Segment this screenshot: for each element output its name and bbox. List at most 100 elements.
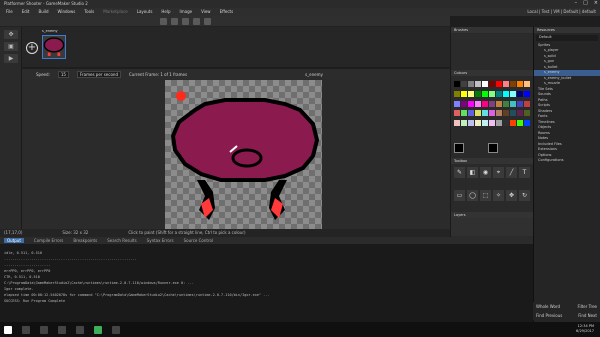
menu-help[interactable]: Help [161, 9, 170, 15]
tab-output[interactable]: Output [4, 238, 24, 243]
filter-tree-checkbox[interactable]: Filter Tree [577, 304, 597, 309]
palette-swatch[interactable] [524, 90, 530, 97]
palette-swatch[interactable] [475, 100, 481, 107]
frame-thumbnail[interactable] [42, 35, 66, 59]
line-tool-icon[interactable]: ╱ [506, 167, 517, 178]
sprite-canvas[interactable] [165, 80, 322, 229]
palette-swatch[interactable] [482, 110, 488, 117]
palette-swatch[interactable] [468, 81, 474, 87]
palette-swatch[interactable] [510, 81, 516, 87]
palette-swatch[interactable] [489, 81, 495, 87]
palette-swatch[interactable] [524, 120, 530, 127]
palette-swatch[interactable] [517, 110, 523, 117]
speed-input[interactable]: 15 [57, 70, 69, 78]
palette-swatch[interactable] [468, 120, 474, 127]
terminal-icon[interactable] [112, 325, 120, 334]
palette-swatch[interactable] [482, 120, 488, 127]
eraser-icon[interactable] [171, 18, 178, 25]
tab-compile-errors[interactable]: Compile Errors [34, 238, 63, 243]
find-previous-button[interactable]: Find Previous [536, 313, 562, 318]
image-icon[interactable]: ▣ [4, 42, 18, 51]
palette-swatch[interactable] [517, 90, 523, 97]
move-tool-icon[interactable]: ✥ [506, 189, 517, 201]
play-icon[interactable]: ▶ [4, 54, 18, 63]
palette-swatch[interactable] [454, 110, 460, 117]
palette-swatch[interactable] [489, 110, 495, 117]
palette-swatch[interactable] [496, 110, 502, 117]
undo-icon[interactable] [193, 18, 200, 25]
secondary-colour-swatch[interactable] [488, 143, 498, 153]
picker-tool-icon[interactable]: ⌖ [493, 167, 504, 178]
menu-image[interactable]: Image [180, 9, 193, 15]
rotate-tool-icon[interactable]: ↻ [519, 189, 530, 201]
menu-edit[interactable]: Edit [22, 9, 30, 15]
rect-tool-icon[interactable]: ▭ [454, 189, 465, 201]
tab-search-results[interactable]: Search Results [107, 238, 136, 243]
palette-swatch[interactable] [475, 90, 481, 97]
palette-swatch[interactable] [496, 100, 502, 107]
speed-unit-select[interactable]: Frames per second [76, 70, 121, 78]
gamemaker-icon[interactable] [94, 325, 102, 334]
taskbar-clock[interactable]: 12:34 PM 6/29/2017 [576, 324, 594, 334]
palette-swatch[interactable] [468, 100, 474, 107]
menu-effects[interactable]: Effects [220, 9, 234, 15]
target-selector[interactable]: Local | Test | VM | Default | default [527, 9, 596, 14]
palette-swatch[interactable] [503, 100, 509, 107]
palette-swatch[interactable] [503, 81, 509, 87]
find-next-button[interactable]: Find Next [578, 313, 597, 318]
browser-icon[interactable] [58, 325, 66, 334]
palette-swatch[interactable] [454, 100, 460, 107]
minimize-icon[interactable]: – [575, 0, 578, 8]
palette-swatch[interactable] [517, 100, 523, 107]
palette-swatch[interactable] [475, 81, 481, 87]
resources-filter[interactable]: Default [536, 35, 598, 41]
explorer-icon[interactable] [76, 325, 84, 334]
primary-colour-swatch[interactable] [454, 143, 464, 153]
palette-swatch[interactable] [489, 90, 495, 97]
tab-syntax-errors[interactable]: Syntax Errors [147, 238, 174, 243]
fill-icon[interactable] [182, 18, 189, 25]
task-view-icon[interactable] [40, 325, 48, 334]
palette-swatch[interactable] [503, 110, 509, 117]
palette-swatch[interactable] [461, 81, 467, 87]
menu-layouts[interactable]: Layouts [137, 9, 153, 15]
menu-marketplace[interactable]: Marketplace [103, 9, 128, 15]
close-icon[interactable]: × [594, 0, 598, 8]
palette-swatch[interactable] [461, 100, 467, 107]
whole-word-checkbox[interactable]: Whole Word [536, 304, 560, 309]
palette-swatch[interactable] [524, 81, 530, 87]
palette-swatch[interactable] [524, 100, 530, 107]
pencil-tool-icon[interactable]: ✎ [454, 167, 465, 178]
select-tool-icon[interactable]: ⬚ [480, 189, 491, 201]
menu-windows[interactable]: Windows [58, 9, 76, 15]
palette-swatch[interactable] [496, 120, 502, 127]
menu-view[interactable]: View [201, 9, 211, 15]
resource-folder[interactable]: Configurations [534, 158, 600, 164]
palette-swatch[interactable] [489, 100, 495, 107]
menu-tools[interactable]: Tools [84, 9, 94, 15]
start-icon[interactable] [4, 325, 12, 334]
palette-swatch[interactable] [482, 100, 488, 107]
text-tool-icon[interactable]: T [519, 167, 530, 178]
layers-panel[interactable] [451, 218, 533, 236]
palette-swatch[interactable] [510, 100, 516, 107]
palette-swatch[interactable] [454, 120, 460, 127]
palette-swatch[interactable] [510, 90, 516, 97]
palette-swatch[interactable] [517, 81, 523, 87]
search-icon[interactable] [22, 325, 30, 334]
redo-icon[interactable] [204, 18, 211, 25]
palette-swatch[interactable] [510, 120, 516, 127]
palette-swatch[interactable] [475, 120, 481, 127]
palette-swatch[interactable] [482, 90, 488, 97]
fill-tool-icon[interactable]: ◉ [480, 167, 491, 178]
palette-swatch[interactable] [482, 81, 488, 87]
palette-swatch[interactable] [468, 110, 474, 117]
palette-swatch[interactable] [461, 120, 467, 127]
palette-swatch[interactable] [454, 81, 460, 87]
palette-swatch[interactable] [475, 110, 481, 117]
move-icon[interactable]: ✥ [4, 30, 18, 39]
menu-build[interactable]: Build [38, 9, 48, 15]
menu-file[interactable]: File [6, 9, 13, 15]
palette-swatch[interactable] [510, 110, 516, 117]
palette-swatch[interactable] [503, 90, 509, 97]
